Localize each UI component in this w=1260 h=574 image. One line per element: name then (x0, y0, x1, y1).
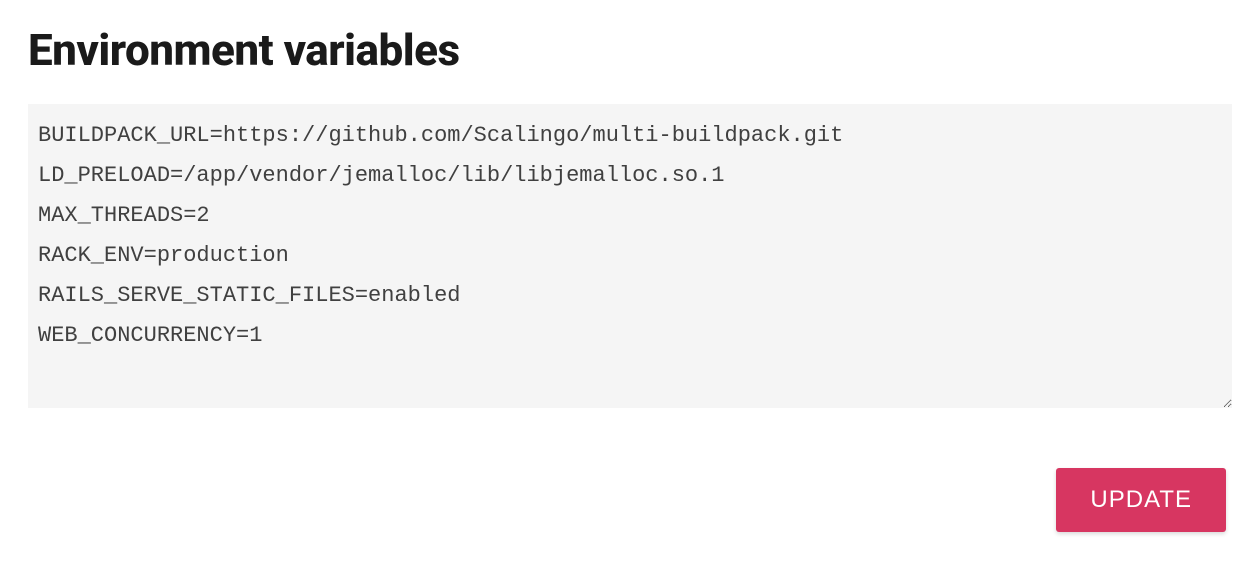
environment-variables-textarea[interactable] (28, 104, 1232, 408)
update-button[interactable]: UPDATE (1056, 468, 1226, 532)
page-title: Environment variables (28, 24, 1232, 76)
actions-row: UPDATE (28, 468, 1232, 532)
